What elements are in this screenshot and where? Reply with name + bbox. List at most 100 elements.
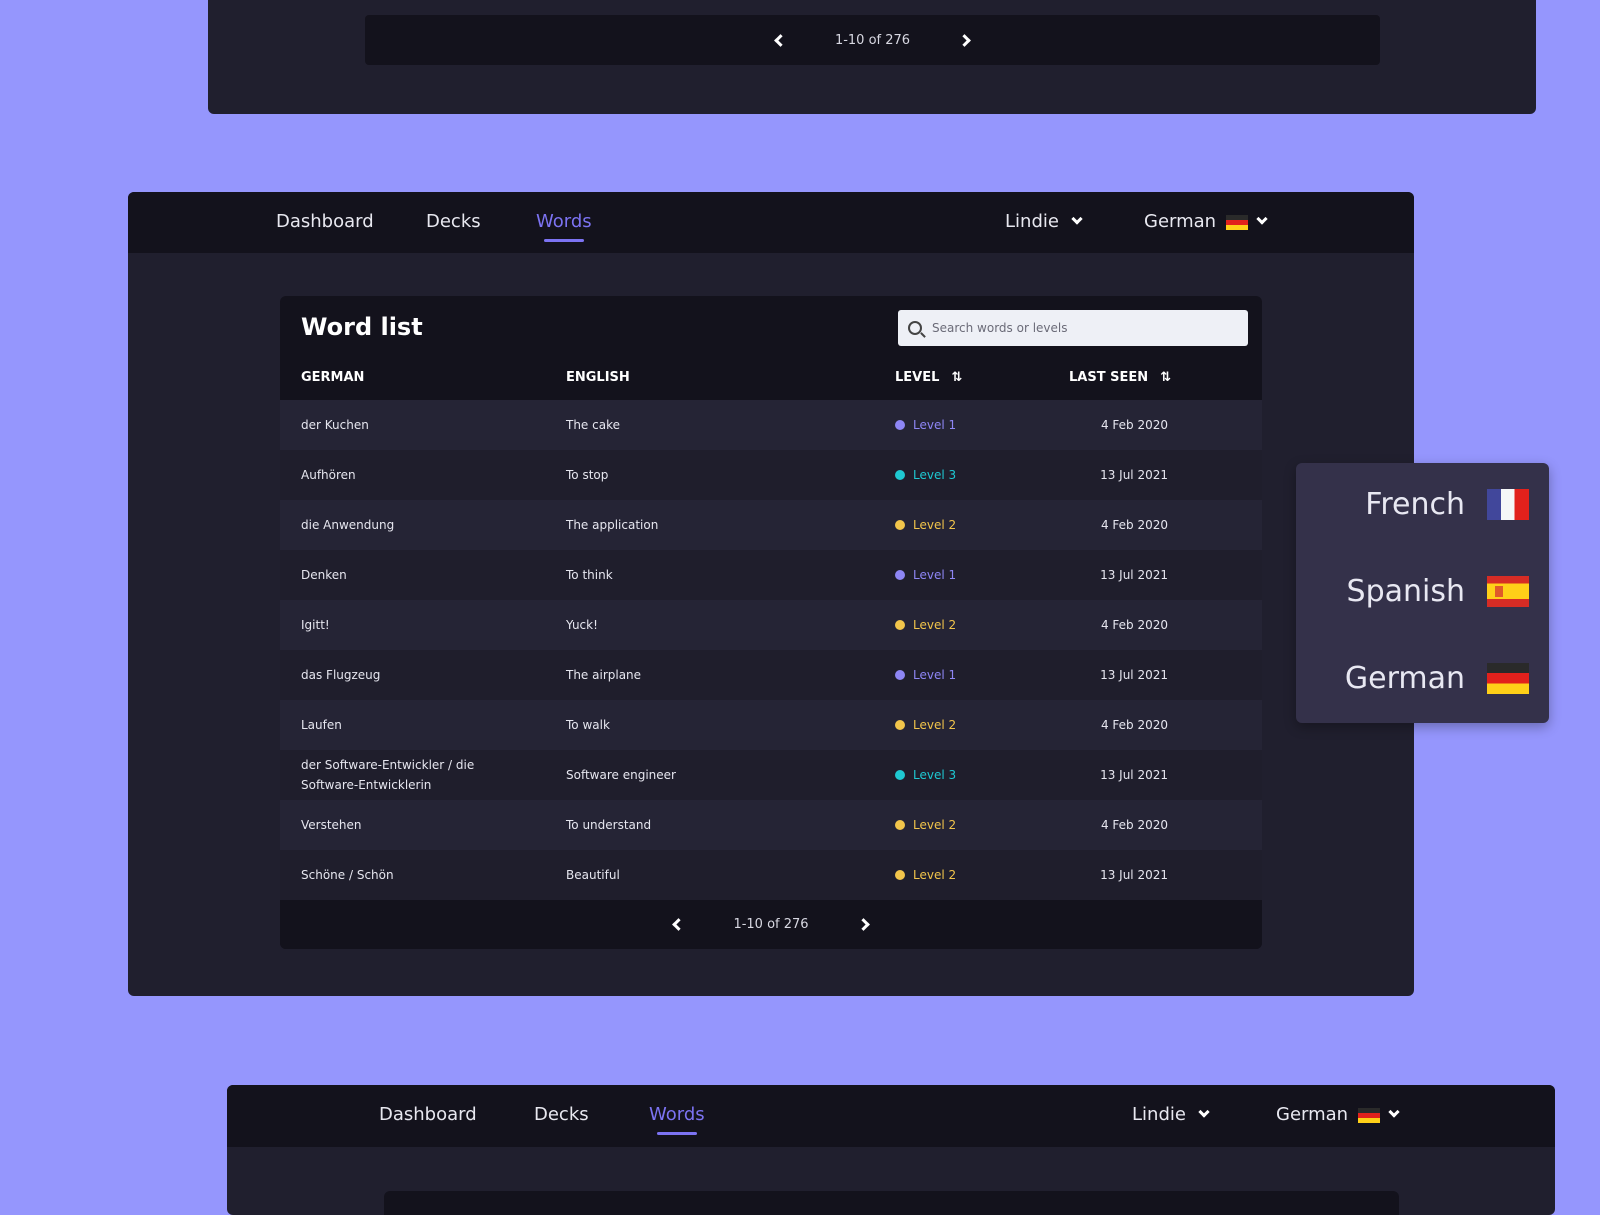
last-seen-date: 4 Feb 2020: [1100, 718, 1168, 732]
level-label: Level 2: [913, 868, 957, 882]
table-row[interactable]: Laufen To walk Level 2 4 Feb 2020: [280, 700, 1262, 750]
language-name: German: [1144, 211, 1217, 232]
nav-decks[interactable]: Decks: [534, 1104, 589, 1125]
table-row[interactable]: Denken To think Level 1 13 Jul 2021: [280, 550, 1262, 600]
level-label: Level 1: [913, 668, 957, 682]
column-header-last-seen[interactable]: LAST SEEN ⇅: [1069, 370, 1171, 385]
user-name: Lindie: [1132, 1104, 1186, 1125]
nav-dashboard[interactable]: Dashboard: [379, 1104, 477, 1125]
level-dot-icon: [895, 620, 905, 630]
chevron-down-icon: [1071, 213, 1083, 225]
user-menu[interactable]: Lindie: [1005, 211, 1083, 232]
nav-words[interactable]: Words: [536, 211, 592, 242]
table-row[interactable]: der Software-Entwickler / die Software-E…: [280, 750, 1262, 800]
bottom-card-partial: Dashboard Decks Words Lindie German: [227, 1085, 1555, 1215]
english-word: Yuck!: [566, 618, 598, 632]
pagination-label: 1-10 of 276: [834, 32, 911, 48]
level-dot-icon: [895, 520, 905, 530]
english-word: To walk: [566, 718, 610, 732]
level-badge: Level 2: [895, 715, 956, 735]
table-row[interactable]: der Kuchen The cake Level 1 4 Feb 2020: [280, 400, 1262, 450]
last-seen-date: 4 Feb 2020: [1100, 818, 1168, 832]
german-word: Igitt!: [301, 618, 330, 632]
last-seen-date: 13 Jul 2021: [1100, 468, 1168, 482]
column-header-english: ENGLISH: [566, 370, 630, 385]
german-word: Laufen: [301, 718, 342, 732]
table-row[interactable]: Schöne / Schön Beautiful Level 2 13 Jul …: [280, 850, 1262, 900]
prev-page-icon[interactable]: [672, 918, 686, 931]
nav-words[interactable]: Words: [649, 1104, 705, 1135]
column-header-level[interactable]: LEVEL ⇅: [895, 370, 962, 385]
level-dot-icon: [895, 420, 905, 430]
top-card-partial: 1-10 of 276: [208, 0, 1536, 114]
next-page-icon[interactable]: [958, 33, 971, 47]
table-row[interactable]: Igitt! Yuck! Level 2 4 Feb 2020: [280, 600, 1262, 650]
level-dot-icon: [895, 720, 905, 730]
chevron-down-icon: [1256, 213, 1268, 225]
level-dot-icon: [895, 770, 905, 780]
prev-page-icon[interactable]: [774, 33, 787, 47]
spanish-flag-icon: [1487, 576, 1529, 607]
language-option-spanish[interactable]: Spanish: [1347, 574, 1529, 609]
table-row[interactable]: die Anwendung The application Level 2 4 …: [280, 500, 1262, 550]
german-word: der Software-Entwickler / die Software-E…: [301, 758, 475, 792]
search-icon: [908, 321, 922, 335]
last-seen-date: 13 Jul 2021: [1100, 668, 1168, 682]
language-option-german[interactable]: German: [1345, 661, 1529, 696]
english-word: The application: [566, 518, 659, 532]
language-name: German: [1276, 1104, 1349, 1125]
last-seen-date: 4 Feb 2020: [1100, 518, 1168, 532]
word-list-panel: Word list GERMAN ENGLISH LEVEL ⇅ LAST SEE…: [280, 296, 1262, 949]
level-label: Level 2: [913, 718, 957, 732]
pagination-label: 1-10 of 276: [733, 917, 809, 932]
german-flag-icon: [1487, 663, 1529, 694]
level-header-label: LEVEL: [895, 370, 940, 385]
search-box[interactable]: [898, 310, 1248, 346]
english-word: Beautiful: [566, 868, 620, 882]
page-title: Word list: [301, 313, 423, 341]
chevron-down-icon: [1388, 1106, 1400, 1118]
language-option-french[interactable]: French: [1365, 487, 1529, 522]
column-header-german: GERMAN: [301, 370, 365, 385]
last-seen-date: 13 Jul 2021: [1100, 568, 1168, 582]
user-menu[interactable]: Lindie: [1132, 1104, 1210, 1125]
language-dropdown: French Spanish German: [1296, 463, 1549, 723]
level-label: Level 3: [913, 468, 957, 482]
search-input[interactable]: [932, 321, 1222, 335]
top-nav: Dashboard Decks Words Lindie German: [227, 1085, 1555, 1147]
level-label: Level 3: [913, 768, 957, 782]
sort-icon[interactable]: ⇅: [1160, 370, 1171, 385]
language-selector[interactable]: German: [1276, 1104, 1400, 1125]
nav-decks[interactable]: Decks: [426, 211, 481, 232]
table-row[interactable]: Aufhören To stop Level 3 13 Jul 2021: [280, 450, 1262, 500]
nav-dashboard[interactable]: Dashboard: [276, 211, 374, 232]
table-row[interactable]: das Flugzeug The airplane Level 1 13 Jul…: [280, 650, 1262, 700]
pagination: 1-10 of 276: [280, 900, 1262, 949]
next-page-icon[interactable]: [856, 918, 870, 931]
english-word: The cake: [566, 418, 620, 432]
level-badge: Level 2: [895, 815, 956, 835]
level-badge: Level 2: [895, 515, 956, 535]
french-flag-icon: [1487, 489, 1529, 520]
level-dot-icon: [895, 470, 905, 480]
top-nav: Dashboard Decks Words Lindie German: [128, 192, 1414, 253]
level-badge: Level 1: [895, 665, 956, 685]
user-name: Lindie: [1005, 211, 1059, 232]
english-word: The airplane: [566, 668, 642, 682]
english-word: To think: [566, 568, 613, 582]
table-row[interactable]: Verstehen To understand Level 2 4 Feb 20…: [280, 800, 1262, 850]
english-word: To stop: [566, 468, 609, 482]
option-label: French: [1365, 487, 1465, 522]
sort-icon[interactable]: ⇅: [951, 370, 962, 385]
language-selector[interactable]: German: [1144, 211, 1268, 232]
option-label: Spanish: [1346, 574, 1465, 609]
last-seen-date: 4 Feb 2020: [1100, 418, 1168, 432]
last-seen-date: 13 Jul 2021: [1100, 868, 1168, 882]
german-word: Verstehen: [301, 818, 362, 832]
last-seen-date: 4 Feb 2020: [1100, 618, 1168, 632]
level-label: Level 2: [913, 618, 957, 632]
option-label: German: [1344, 661, 1465, 696]
pagination: 1-10 of 276: [365, 15, 1380, 65]
last-seen-header-label: LAST SEEN: [1069, 370, 1149, 385]
level-label: Level 1: [913, 418, 957, 432]
